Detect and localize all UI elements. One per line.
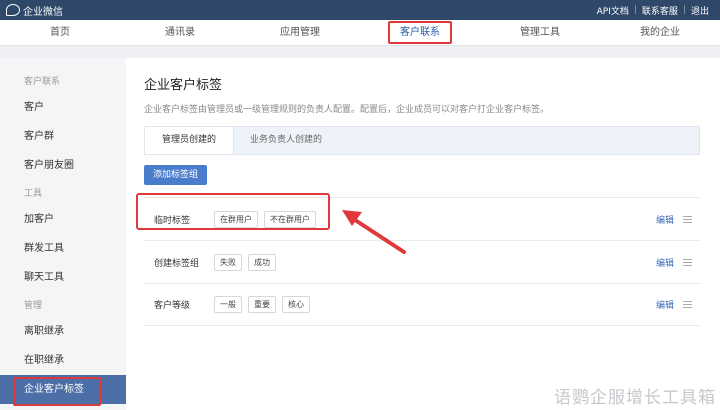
top-links: API文档 | 联系客服 | 退出 bbox=[592, 4, 714, 17]
sidebar-item-customer-groups[interactable]: 客户群 bbox=[0, 122, 126, 151]
tag-group-list: 临时标签 在群用户 不在群用户 编辑 创建标签组 失败 成功 编辑 客户等级 一… bbox=[144, 197, 700, 326]
top-bar: 企业微信 API文档 | 联系客服 | 退出 bbox=[0, 0, 720, 20]
logout-link[interactable]: 退出 bbox=[686, 4, 714, 17]
nav-home-label: 首页 bbox=[50, 27, 70, 38]
sidebar-item-moments[interactable]: 客户朋友圈 bbox=[0, 151, 126, 180]
drag-handle-icon[interactable] bbox=[683, 301, 692, 308]
tag-group-row: 创建标签组 失败 成功 编辑 bbox=[144, 240, 700, 283]
tag-list: 一般 重要 核心 bbox=[214, 296, 310, 313]
tag-group-name: 创建标签组 bbox=[154, 258, 200, 269]
drag-handle-icon[interactable] bbox=[683, 258, 692, 266]
nav-contacts[interactable]: 通讯录 bbox=[120, 20, 240, 45]
api-docs-link[interactable]: API文档 bbox=[592, 4, 634, 17]
edit-link[interactable]: 编辑 bbox=[656, 213, 674, 226]
sidebar-item-customer-tags[interactable]: 企业客户标签 bbox=[0, 375, 126, 406]
tag-list: 在群用户 不在群用户 bbox=[214, 210, 316, 228]
watermark: 语鹦企服增长工具箱 bbox=[554, 388, 716, 408]
sidebar-group-title: 工具 bbox=[24, 189, 43, 199]
contact-support-link[interactable]: 联系客服 bbox=[637, 4, 683, 17]
sidebar-group-title: 管理 bbox=[24, 301, 43, 311]
sidebar-item-customers[interactable]: 客户 bbox=[0, 93, 126, 122]
sidebar-item-chat-tools[interactable]: 聊天工具 bbox=[0, 263, 126, 292]
main-nav: 首页 通讯录 应用管理 客户联系 管理工具 我的企业 bbox=[0, 20, 720, 46]
nav-tools-label: 管理工具 bbox=[520, 27, 560, 38]
sidebar-item-add-customer[interactable]: 加客户 bbox=[0, 205, 126, 234]
sidebar: 客户联系 客户 客户群 客户朋友圈 工具 加客户 群发工具 聊天工具 管理 离职… bbox=[0, 58, 126, 410]
sidebar-group-title: 客户联系 bbox=[24, 77, 61, 87]
tag-chip: 在群用户 bbox=[214, 210, 258, 228]
nav-customer-contact[interactable]: 客户联系 bbox=[360, 20, 480, 45]
sidebar-item-broadcast[interactable]: 群发工具 bbox=[0, 234, 126, 263]
nav-contacts-label: 通讯录 bbox=[165, 27, 195, 38]
tab-admin-created[interactable]: 管理员创建的 bbox=[145, 127, 234, 154]
edit-link[interactable]: 编辑 bbox=[656, 256, 674, 269]
sidebar-item-resigned-transfer[interactable]: 离职继承 bbox=[0, 317, 126, 346]
nav-my-company-label: 我的企业 bbox=[640, 27, 680, 38]
wecom-logo-icon bbox=[6, 4, 20, 16]
tag-group-name: 临时标签 bbox=[154, 215, 191, 226]
tag-list: 失败 成功 bbox=[214, 253, 276, 271]
tab-bar: 管理员创建的 业务负责人创建的 bbox=[144, 126, 700, 155]
nav-my-company[interactable]: 我的企业 bbox=[600, 20, 720, 45]
content-area: 客户联系 客户 客户群 客户朋友圈 工具 加客户 群发工具 聊天工具 管理 离职… bbox=[0, 58, 720, 410]
nav-apps-label: 应用管理 bbox=[280, 27, 320, 38]
tag-chip: 重要 bbox=[248, 296, 276, 313]
tag-chip: 一般 bbox=[214, 296, 242, 313]
nav-apps[interactable]: 应用管理 bbox=[240, 20, 360, 45]
page-description: 企业客户标签由管理员或一级管理规则的负责人配置。配置后，企业成员可以对客户打企业… bbox=[144, 105, 550, 115]
sidebar-item-onjob-transfer[interactable]: 在职继承 bbox=[0, 346, 126, 375]
nav-home[interactable]: 首页 bbox=[0, 20, 120, 45]
nav-tools[interactable]: 管理工具 bbox=[480, 20, 600, 45]
edit-link[interactable]: 编辑 bbox=[656, 298, 674, 311]
tag-chip: 不在群用户 bbox=[264, 210, 316, 228]
page-title: 企业客户标签 bbox=[144, 78, 223, 93]
tag-group-row: 客户等级 一般 重要 核心 编辑 bbox=[144, 283, 700, 326]
tag-chip: 核心 bbox=[282, 296, 310, 313]
brand-name: 企业微信 bbox=[23, 6, 63, 18]
add-tag-group-button[interactable]: 添加标签组 bbox=[144, 165, 208, 185]
tag-group-name: 客户等级 bbox=[154, 301, 191, 311]
drag-handle-icon[interactable] bbox=[683, 215, 692, 223]
tag-group-row: 临时标签 在群用户 不在群用户 编辑 bbox=[144, 197, 700, 240]
main-panel: 企业客户标签 企业客户标签由管理员或一级管理规则的负责人配置。配置后，企业成员可… bbox=[126, 58, 720, 410]
brand[interactable]: 企业微信 bbox=[6, 3, 63, 18]
tag-chip: 成功 bbox=[248, 253, 276, 271]
nav-customer-contact-label: 客户联系 bbox=[388, 21, 452, 44]
tab-owner-created[interactable]: 业务负责人创建的 bbox=[234, 127, 338, 154]
tag-chip: 失败 bbox=[214, 253, 242, 271]
